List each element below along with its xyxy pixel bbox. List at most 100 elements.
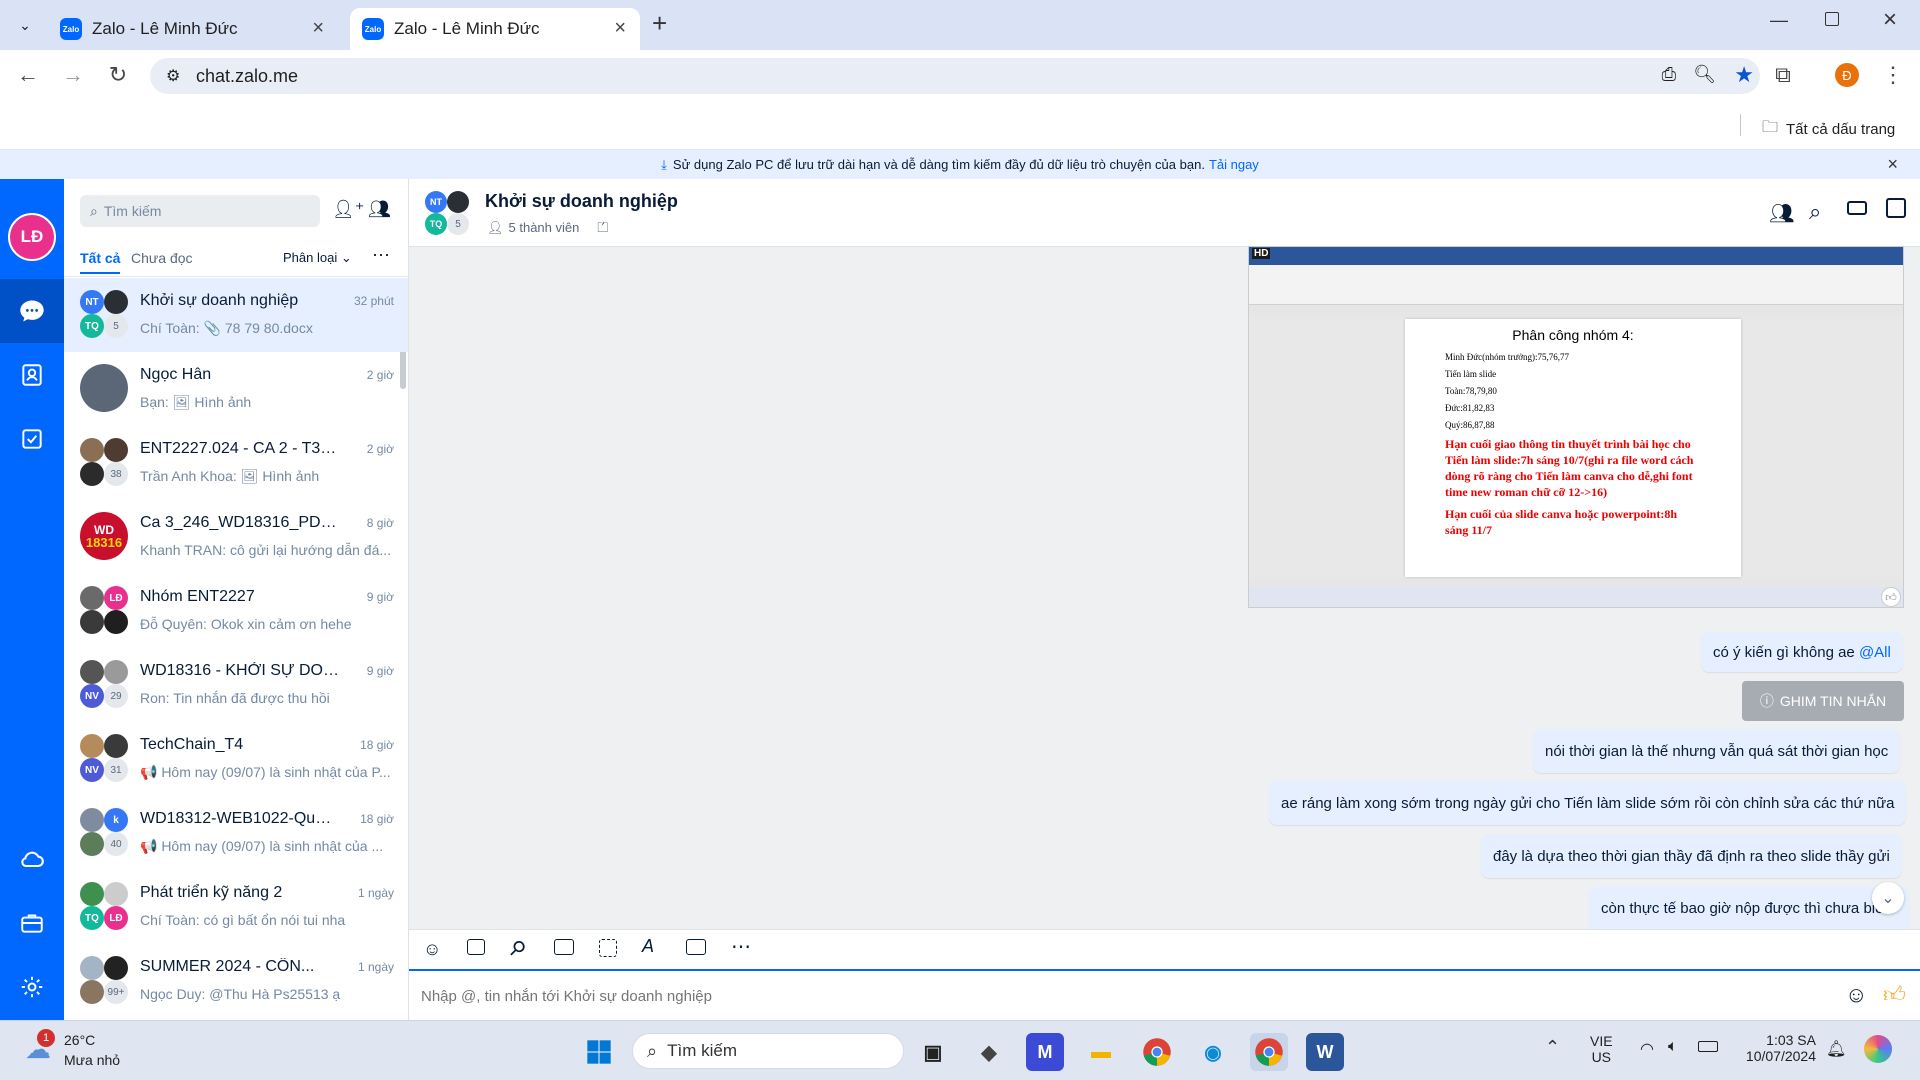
conversation-item[interactable]: NV 29 WD18316 - KHỞI SỰ DOANH ... Ron: T… [64, 648, 408, 722]
nav-toolbox[interactable] [0, 891, 64, 955]
like-reaction-icon[interactable]: 👍︎ [1881, 587, 1901, 607]
message-bubble[interactable]: đây là dựa theo thời gian thầy đã định r… [1481, 834, 1902, 878]
battery-icon[interactable] [1698, 1041, 1718, 1052]
image-message[interactable]: HD Phân công nhóm 4: Minh Đức(nhóm trưởn… [1248, 246, 1904, 608]
conversation-item[interactable]: NV 31 TechChain_T4 📢 Hôm nay (09/07) là … [64, 722, 408, 796]
doc-line: Tiến làm slide [1445, 369, 1497, 379]
nav-contacts[interactable] [0, 343, 64, 407]
sticker-icon[interactable]: ☺ [423, 939, 441, 960]
tab-title: Zalo - Lê Minh Đức [92, 19, 238, 38]
taskbar-search[interactable]: ⌕ Tìm kiếm [632, 1033, 904, 1069]
banner-download-link[interactable]: Tải ngay [1209, 157, 1259, 172]
install-app-icon[interactable]: ⎙ [1662, 64, 1676, 85]
chevron-up-icon[interactable]: ⌃ [1545, 1037, 1560, 1058]
screenshot-icon[interactable] [599, 939, 617, 957]
sidebar-toggle-icon[interactable] [1886, 198, 1906, 218]
bookmark-star-icon[interactable]: ★ [1734, 62, 1754, 88]
file-explorer-icon[interactable]: ▬ [1082, 1033, 1120, 1071]
close-window-icon[interactable]: × [1883, 6, 1897, 34]
new-tab-icon[interactable]: + [652, 8, 667, 39]
app-cube-icon[interactable]: ◆ [970, 1033, 1008, 1071]
nav-messages[interactable] [0, 279, 64, 343]
attachment-icon[interactable]: ⚲ [503, 934, 531, 962]
tab-zalo-2-active[interactable]: Zalo Zalo - Lê Minh Đức × [350, 8, 640, 50]
nav-cloud[interactable] [0, 827, 64, 891]
avatar [80, 734, 104, 758]
close-tab-icon[interactable]: × [312, 17, 324, 40]
message-input[interactable] [421, 983, 1801, 1009]
nav-settings[interactable] [0, 955, 64, 1019]
emoji-icon[interactable]: ☺ [1845, 982, 1867, 1008]
zoom-icon[interactable]: 🔍︎ [1693, 64, 1716, 85]
thumbs-up-icon[interactable]: 👍︎ [1883, 981, 1906, 1008]
minimize-icon[interactable]: — [1770, 10, 1788, 31]
back-icon[interactable]: ← [15, 62, 41, 88]
volume-icon[interactable]: 🔈︎ [1668, 1038, 1678, 1056]
conversation-item[interactable]: LĐ Nhóm ENT2227 Đỗ Quyên: Okok xin cảm ơ… [64, 574, 408, 648]
copilot-icon[interactable] [1864, 1035, 1892, 1063]
conversation-item[interactable]: 38 ENT2227.024 - CA 2 - T3,5,7 Trần Anh … [64, 426, 408, 500]
notification-bell-icon[interactable]: 🔔︎ [1826, 1039, 1846, 1059]
create-group-icon[interactable]: 👥︎ [368, 199, 391, 220]
reload-icon[interactable]: ↻ [105, 62, 131, 88]
tab-search-chevron-icon[interactable]: ⌄ [10, 10, 40, 40]
language-indicator[interactable]: VIE US [1590, 1033, 1613, 1065]
more-options-icon[interactable]: ⋯ [731, 934, 751, 959]
message-bubble[interactable]: ae ráng làm xong sớm trong ngày gửi cho … [1269, 781, 1907, 825]
user-avatar[interactable]: LĐ [8, 213, 56, 261]
app-m-icon[interactable]: M [1026, 1033, 1064, 1071]
menu-kebab-icon[interactable]: ⋮ [1880, 62, 1906, 88]
search-box[interactable]: ⌕ Tìm kiếm [80, 195, 320, 227]
wifi-icon[interactable]: ◠ [1640, 1039, 1654, 1059]
conversation-item[interactable]: WD18316 Ca 3_246_WD18316_PDP201_... Khan… [64, 500, 408, 574]
word-icon[interactable]: W [1306, 1033, 1344, 1071]
filter-all-tab[interactable]: Tất cả [80, 250, 121, 274]
add-member-icon[interactable]: 👥︎ [1769, 201, 1794, 226]
chrome-active-icon[interactable] [1250, 1033, 1288, 1071]
message-bubble[interactable]: còn thực tế bao giờ nộp được thì chưa bi… [1589, 887, 1909, 929]
task-view-icon[interactable]: ▣ [914, 1033, 952, 1071]
pinned-notice[interactable]: ⓘ GHIM TIN NHẮN [1742, 681, 1904, 721]
contact-card-icon[interactable] [554, 939, 574, 955]
conversation-item[interactable]: TQ LĐ Phát triển kỹ năng 2 Chí Toàn: có … [64, 870, 408, 944]
group-avatar[interactable]: NT [425, 191, 447, 213]
scroll-down-icon[interactable]: ⌄ [1872, 882, 1904, 914]
all-bookmarks-button[interactable]: 🗀 Tất cả dấu trang [1762, 116, 1895, 143]
close-tab-icon[interactable]: × [614, 17, 626, 40]
close-banner-icon[interactable]: × [1887, 154, 1898, 175]
windows-taskbar: ☁ 1 26°C Mưa nhỏ ⌕ Tìm kiếm ▣ ◆ M ▬ ◉ W … [0, 1020, 1920, 1080]
filter-unread-tab[interactable]: Chưa đọc [131, 250, 193, 266]
video-call-icon[interactable] [1847, 201, 1867, 215]
message-bubble[interactable]: nói thời gian là thế nhưng vẫn quá sát t… [1533, 729, 1901, 773]
chat-title[interactable]: Khởi sự doanh nghiệp [485, 191, 678, 212]
address-bar[interactable]: ⚙ chat.zalo.me ⎙ 🔍︎ ★ [150, 58, 1760, 94]
site-info-icon[interactable]: ⚙ [166, 66, 180, 86]
profile-avatar[interactable]: Đ [1835, 63, 1859, 87]
avatar: TQ [80, 314, 104, 338]
classify-dropdown[interactable]: Phân loại ⌄ [283, 250, 352, 266]
more-options-icon[interactable]: ⋯ [372, 245, 390, 266]
members-link[interactable]: 👤︎ 5 thành viên ⏍ [487, 219, 608, 236]
conversation-item[interactable]: 99+ SUMMER 2024 - CÔN... Ngọc Duy: @Thu … [64, 944, 408, 1018]
conversation-item[interactable]: k 40 WD18312-WEB1022-Quản... 📢 Hôm nay (… [64, 796, 408, 870]
tag-icon[interactable]: ⏍ [597, 219, 608, 236]
format-text-icon[interactable]: A [642, 936, 654, 957]
group-avatar: TQ [425, 213, 447, 235]
search-icon[interactable]: ⌕ [1809, 199, 1821, 225]
message-bubble[interactable]: có ý kiến gì không ae @All [1701, 632, 1903, 672]
tab-zalo-1[interactable]: Zalo Zalo - Lê Minh Đức × [48, 8, 338, 50]
conversation-item[interactable]: NT TQ 5 Khởi sự doanh nghiệp Chí Toàn: 📎… [64, 278, 408, 352]
add-friend-icon[interactable]: 👤︎⁺ [332, 199, 364, 220]
restore-icon[interactable] [1825, 12, 1839, 26]
chrome-icon[interactable] [1138, 1033, 1176, 1071]
nav-todo[interactable] [0, 407, 64, 471]
edge-icon[interactable]: ◉ [1194, 1033, 1232, 1071]
image-icon[interactable] [467, 939, 485, 955]
forward-icon[interactable]: → [60, 62, 86, 88]
conversation-item[interactable]: Ngọc Hân Bạn: 🖼 Hình ảnh 2 giờ [64, 352, 408, 426]
quick-message-icon[interactable] [686, 939, 706, 955]
extensions-icon[interactable]: ⧉ [1770, 62, 1796, 88]
clock[interactable]: 1:03 SA 10/07/2024 [1736, 1032, 1816, 1064]
mention[interactable]: @All [1859, 644, 1891, 661]
start-windows-icon[interactable] [580, 1033, 618, 1071]
